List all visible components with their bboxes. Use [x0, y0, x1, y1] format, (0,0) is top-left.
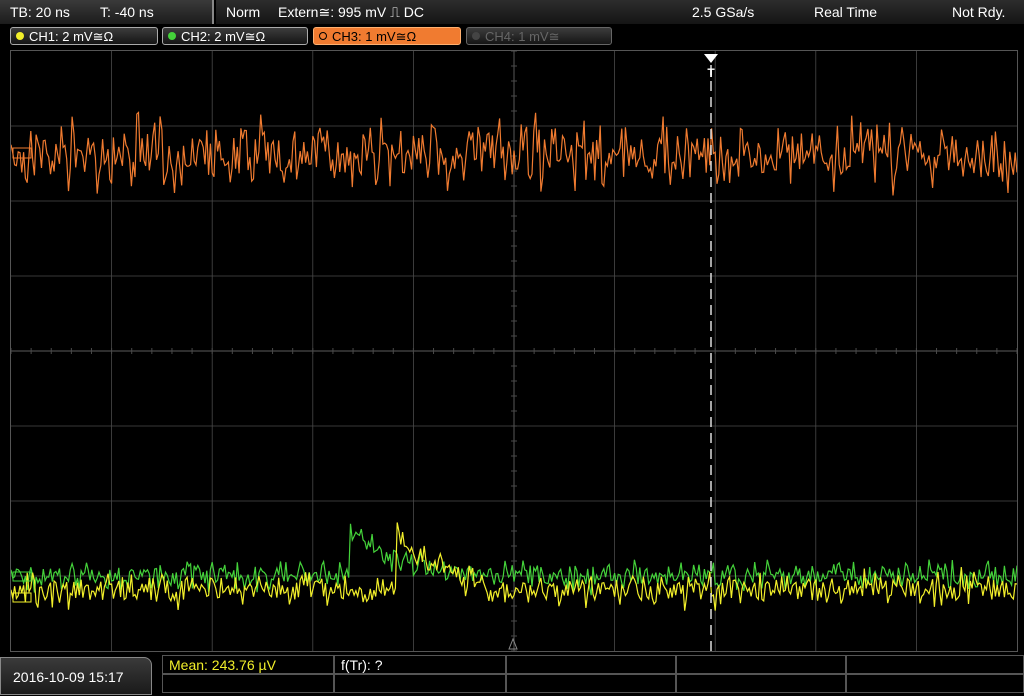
- timebase-label: TB: 20 ns: [10, 4, 70, 20]
- measurement-slot-7[interactable]: [334, 674, 506, 693]
- measurement-slot-9[interactable]: [676, 674, 846, 693]
- mean-measurement[interactable]: Mean: 243.76 µV: [162, 655, 334, 674]
- sample-rate: 2.5 GSa/s: [692, 4, 755, 20]
- channel-bar: CH1: 2 mV≅Ω CH2: 2 mV≅Ω CH3: 1 mV≅Ω CH4:…: [0, 25, 1024, 49]
- measurement-slot-3[interactable]: [506, 655, 676, 674]
- channel-4-tab[interactable]: CH4: 1 mV≅: [466, 27, 612, 45]
- measurement-slot-4[interactable]: [676, 655, 846, 674]
- channel-4-label: CH4: 1 mV≅: [485, 29, 560, 44]
- top-status-bar: TB: 20 ns T: -40 ns Norm Extern≅: 995 mV…: [0, 0, 1024, 24]
- measurement-slot-5[interactable]: [846, 655, 1024, 674]
- timestamp: 2016-10-09 15:17: [0, 657, 152, 695]
- channel-2-tab[interactable]: CH2: 2 mV≅Ω: [162, 27, 308, 45]
- ch3-marker-icon: [12, 147, 32, 159]
- trigger-offset-label: T: -40 ns: [100, 4, 154, 20]
- time-reference-icon: [508, 637, 518, 650]
- acquisition-status[interactable]: Norm Extern≅: 995 mV ⎍ DC 2.5 GSa/s Real…: [216, 0, 1024, 24]
- trigger-mode: Norm: [226, 4, 261, 20]
- waveform-display[interactable]: T: [10, 50, 1018, 652]
- measurement-slot-10[interactable]: [846, 674, 1024, 693]
- measurement-panel[interactable]: Mean: 243.76 µV f(Tr): ?: [162, 655, 1024, 695]
- channel-1-label: CH1: 2 mV≅Ω: [29, 29, 114, 44]
- channel-3-label: CH3: 1 mV≅Ω: [332, 29, 417, 44]
- measurement-slot-8[interactable]: [506, 674, 676, 693]
- ch3-ground-marker[interactable]: [12, 147, 32, 159]
- channel-1-dot-icon: [16, 32, 24, 40]
- timebase-box[interactable]: TB: 20 ns T: -40 ns: [0, 0, 214, 24]
- rise-time-measurement[interactable]: f(Tr): ?: [334, 655, 506, 674]
- acquisition-state: Not Rdy.: [952, 4, 1006, 20]
- channel-4-dot-icon: [472, 32, 480, 40]
- channel-1-tab[interactable]: CH1: 2 mV≅Ω: [10, 27, 158, 45]
- bottom-bar: 2016-10-09 15:17 Mean: 243.76 µV f(Tr): …: [0, 655, 1024, 695]
- channel-2-dot-icon: [168, 32, 176, 40]
- trigger-arrow-icon: [704, 54, 718, 63]
- waveform-plot: T: [11, 51, 1017, 651]
- channel-3-dot-icon: [319, 32, 327, 40]
- measurement-slot-6[interactable]: [162, 674, 334, 693]
- trigger-label: T: [707, 66, 715, 80]
- channel-2-label: CH2: 2 mV≅Ω: [181, 29, 266, 44]
- trigger-source: Extern≅: 995 mV ⎍ DC: [278, 4, 425, 20]
- channel-3-tab[interactable]: CH3: 1 mV≅Ω: [313, 27, 461, 45]
- acquisition-mode: Real Time: [814, 4, 878, 20]
